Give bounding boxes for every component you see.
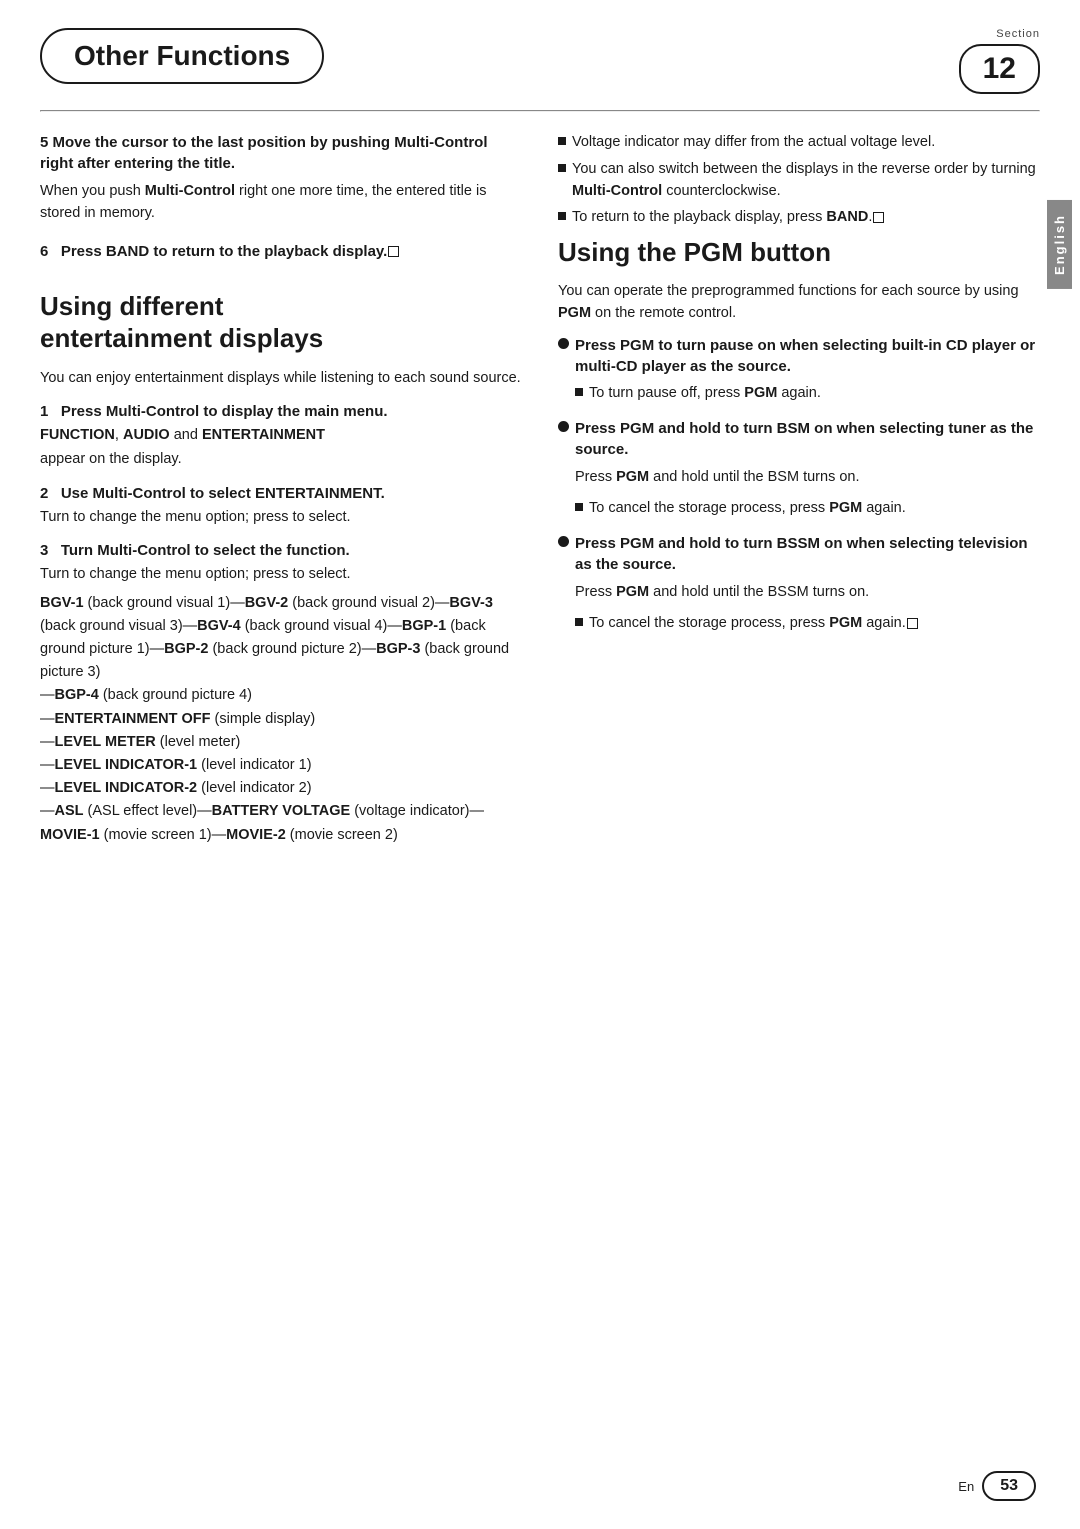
pgm-section-title: Using the PGM button: [558, 237, 1040, 268]
pgm-item-2-bullet-text: To cancel the storage process, press PGM…: [589, 498, 906, 520]
pgm-item-3-content: Press PGM and hold to turn BSSM on when …: [575, 533, 1040, 640]
bullet-band: To return to the playback display, press…: [558, 207, 1040, 229]
pgm-item-2: Press PGM and hold to turn BSM on when s…: [558, 418, 1040, 525]
circle-bullet-icon-1: [558, 338, 569, 349]
bullet-square-icon: [558, 137, 566, 145]
pgm-item-3: Press PGM and hold to turn BSSM on when …: [558, 533, 1040, 640]
pgm-item-1-content: Press PGM to turn pause on when selectin…: [575, 335, 1040, 410]
page-title: Other Functions: [40, 28, 324, 84]
stop-icon: [388, 246, 399, 257]
pgm-item-1-bullet-text: To turn pause off, press PGM again.: [589, 383, 821, 405]
section-number: 12: [959, 44, 1040, 94]
bullet-band-text: To return to the playback display, press…: [572, 207, 884, 229]
page: Other Functions Section 12 English 5 Mov…: [0, 0, 1080, 1529]
footer-en-label: En: [958, 1479, 974, 1494]
pgm-item-3-bullet: To cancel the storage process, press PGM…: [575, 613, 1040, 635]
pgm-intro: You can operate the preprogrammed functi…: [558, 280, 1040, 325]
step-6-block: 6 Press BAND to return to the playback d…: [40, 243, 522, 260]
language-sidebar: English: [1047, 200, 1072, 289]
circle-bullet-icon-3: [558, 536, 569, 547]
pgm-item-1-bullet: To turn pause off, press PGM again.: [575, 383, 1040, 405]
step-6-heading: 6 Press BAND to return to the playback d…: [40, 243, 522, 260]
pgm-item-2-heading: Press PGM and hold to turn BSM on when s…: [575, 418, 1040, 460]
stop-icon-2: [873, 212, 884, 223]
footer: En 53: [0, 1471, 1080, 1501]
footer-page-number: 53: [982, 1471, 1036, 1501]
bullet-voltage: Voltage indicator may differ from the ac…: [558, 132, 1040, 154]
bullet-square-icon-3: [558, 212, 566, 220]
bullet-sq-pgm1: [575, 388, 583, 396]
step-1-heading: 1 Press Multi-Control to display the mai…: [40, 403, 522, 420]
section-label: Section: [996, 28, 1040, 40]
left-column: 5 Move the cursor to the last position b…: [40, 132, 522, 853]
pgm-item-2-content: Press PGM and hold to turn BSM on when s…: [575, 418, 1040, 525]
pgm-item-3-body: Press PGM and hold until the BSSM turns …: [575, 581, 1040, 603]
step-5-heading: 5 Move the cursor to the last position b…: [40, 132, 522, 174]
pgm-item-2-bullet: To cancel the storage process, press PGM…: [575, 498, 1040, 520]
step-3-heading: 3 Turn Multi-Control to select the funct…: [40, 542, 522, 559]
bullet-reverse: You can also switch between the displays…: [558, 159, 1040, 203]
main-content: 5 Move the cursor to the last position b…: [0, 132, 1080, 853]
bullet-reverse-text: You can also switch between the displays…: [572, 159, 1040, 203]
pgm-item-1: Press PGM to turn pause on when selectin…: [558, 335, 1040, 410]
pgm-item-3-bullet-text: To cancel the storage process, press PGM…: [589, 613, 918, 635]
entertainment-section-title: Using differententertainment displays: [40, 290, 522, 355]
step-3-body: Turn to change the menu option; press to…: [40, 563, 522, 585]
bullet-sq-pgm3: [575, 618, 583, 626]
header-divider: [40, 110, 1040, 112]
bullet-voltage-text: Voltage indicator may differ from the ac…: [572, 132, 935, 154]
step-2-body: Turn to change the menu option; press to…: [40, 506, 522, 528]
section-badge-block: Section 12: [959, 28, 1040, 94]
pgm-item-3-heading: Press PGM and hold to turn BSSM on when …: [575, 533, 1040, 575]
right-column: Voltage indicator may differ from the ac…: [558, 132, 1040, 853]
pgm-item-2-body: Press PGM and hold until the BSM turns o…: [575, 466, 1040, 488]
stop-icon-3: [907, 618, 918, 629]
step-5-block: 5 Move the cursor to the last position b…: [40, 132, 522, 225]
entertainment-intro: You can enjoy entertainment displays whi…: [40, 367, 522, 389]
bullet-sq-pgm2: [575, 503, 583, 511]
step-1-subtext: FUNCTION, AUDIO and ENTERTAINMENTappear …: [40, 424, 522, 470]
func-list: BGV-1 (back ground visual 1)—BGV-2 (back…: [40, 592, 522, 847]
pgm-item-1-heading: Press PGM to turn pause on when selectin…: [575, 335, 1040, 377]
step-5-body: When you push Multi-Control right one mo…: [40, 180, 522, 225]
top-header: Other Functions Section 12: [0, 0, 1080, 94]
circle-bullet-icon-2: [558, 421, 569, 432]
step-2-heading: 2 Use Multi-Control to select ENTERTAINM…: [40, 485, 522, 502]
bullet-square-icon-2: [558, 164, 566, 172]
